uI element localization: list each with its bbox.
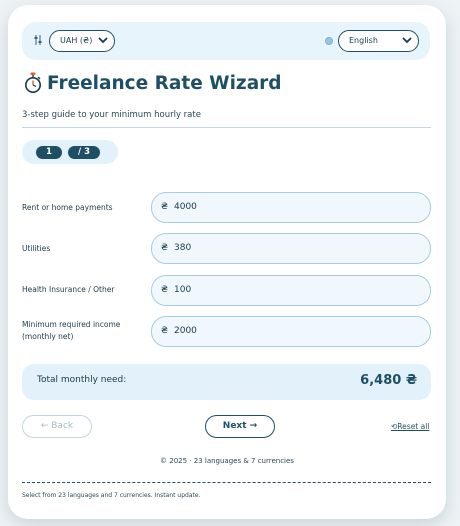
insurance-label: Health Insurance / Other [22,285,115,294]
insurance-input[interactable]: ₴ 100 [151,275,431,306]
utilities-label: Utilities [22,244,51,253]
language-select[interactable]: English [338,30,419,52]
currency-symbol: ₴ [161,243,168,253]
income-value: 2000 [174,326,197,336]
utilities-input[interactable]: ₴ 380 [151,233,431,264]
top-bar: UAH (₴) English [22,22,430,60]
language-select-value: English [349,36,378,45]
currency-symbol: ₴ [161,285,168,295]
currency-select[interactable]: UAH (₴) [49,30,115,52]
back-button[interactable]: ← Back [22,415,92,438]
footer-note: Select from 23 languages and 7 currencie… [22,492,201,499]
next-button[interactable]: Next → [205,415,275,438]
step-indicator: 1 / 3 [22,140,118,164]
total-label: Total monthly need: [37,375,127,385]
rent-value: 4000 [174,202,197,212]
reset-all-link[interactable]: ⟲Reset all [391,422,429,431]
step-current: 1 [36,146,62,159]
sliders-icon [34,35,42,45]
step-total: / 3 [68,146,100,159]
income-label: Minimum required income (monthly net) [22,320,121,341]
total-box: Total monthly need: 6,480 ₴ [22,364,431,400]
reset-all-label: Reset all [397,422,430,431]
currency-symbol: ₴ [161,202,168,212]
currency-select-value: UAH (₴) [60,36,93,45]
globe-icon [325,37,333,45]
wizard-card: UAH (₴) English Freelance Rate Wizard 3-… [8,5,446,519]
rent-label: Rent or home payments [22,203,113,212]
utilities-value: 380 [174,243,192,253]
chevron-down-icon [98,37,108,44]
page-title: Freelance Rate Wizard [47,73,282,94]
footer-info: © 2025 · 23 languages & 7 currencies [160,457,294,465]
income-input[interactable]: ₴ 2000 [151,316,431,347]
insurance-value: 100 [174,285,192,295]
divider [22,127,431,128]
total-value: 6,480 ₴ [360,373,417,388]
dashed-divider [22,482,431,483]
chevron-down-icon [402,37,412,44]
stopwatch-icon [25,72,41,93]
rent-input[interactable]: ₴ 4000 [151,192,431,223]
currency-symbol: ₴ [161,326,168,336]
page-subtitle: 3-step guide to your minimum hourly rate [22,110,201,120]
